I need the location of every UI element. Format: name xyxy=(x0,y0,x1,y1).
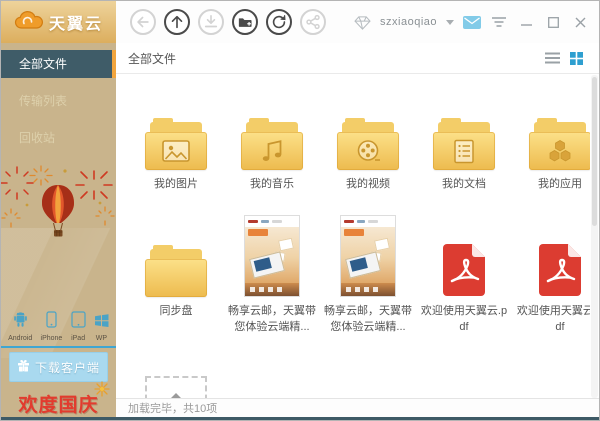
username[interactable]: szxiaoqiao xyxy=(380,16,437,28)
folder-tile[interactable]: 我的图片 xyxy=(128,90,224,193)
file-grid-container: 我的图片 我的音乐 我的视频 我的文档 我的应用同步盘 畅享云邮，天翼带您体验云端精...… xyxy=(116,74,590,399)
sidebar: 全部文件 传输列表 回收站 Android iPhone iPad WP 下载客… xyxy=(1,43,116,420)
grid-view-icon[interactable] xyxy=(570,51,583,65)
device-list: Android iPhone iPad WP xyxy=(1,311,116,342)
image-thumbnail xyxy=(244,214,300,297)
folder-tile[interactable]: 我的应用 xyxy=(512,90,590,193)
toolbar-share-button[interactable] xyxy=(300,9,326,35)
pdf-icon xyxy=(441,243,487,297)
folder-icon xyxy=(337,118,399,170)
toolbar-refresh-button[interactable] xyxy=(266,9,292,35)
image-file-tile[interactable]: 畅享云邮，天翼带您体验云端精... xyxy=(224,214,320,336)
image-file-tile[interactable]: 畅享云邮，天翼带您体验云端精... xyxy=(320,214,416,336)
toolbar-download-button[interactable] xyxy=(198,9,224,35)
pdf-file-tile[interactable]: 欢迎使用天翼云.pdf xyxy=(512,217,590,336)
user-dropdown-caret-icon[interactable] xyxy=(446,19,454,25)
device-ipad[interactable]: iPad xyxy=(70,311,86,342)
hot-air-balloon-illustration xyxy=(1,165,116,262)
device-divider xyxy=(1,346,116,348)
gift-icon xyxy=(17,359,30,375)
window-bottom-edge xyxy=(1,417,599,420)
item-label: 畅享云邮，天翼带您体验云端精... xyxy=(324,304,412,333)
item-label: 我的音乐 xyxy=(250,178,294,190)
download-client-label: 下载客户端 xyxy=(34,360,100,375)
device-android[interactable]: Android xyxy=(8,312,32,342)
iphone-icon xyxy=(45,311,58,333)
app-logo: 天翼云 xyxy=(1,1,116,43)
folder-tile[interactable]: 同步盘 xyxy=(128,217,224,336)
cloud-logo-icon xyxy=(14,10,44,35)
main-panel: 全部文件 我的图片 我的音乐 我的视频 我的文档 我的应用同步盘 畅享云邮，天翼带您体验云… xyxy=(116,43,599,420)
device-label: iPhone xyxy=(40,335,63,342)
mail-icon[interactable] xyxy=(463,13,481,31)
firework-star-icon xyxy=(94,381,110,403)
toolbar-new-folder-button[interactable] xyxy=(232,9,258,35)
app-window: 天翼云 szxiaoqiao 全部文件 传输列表 回收站 Android iPh… xyxy=(0,0,600,421)
header: 天翼云 szxiaoqiao xyxy=(1,1,599,44)
item-label: 同步盘 xyxy=(159,304,193,317)
header-right: szxiaoqiao xyxy=(353,13,599,31)
item-label: 我的文档 xyxy=(442,178,486,190)
ipad-icon xyxy=(70,311,86,333)
vip-diamond-icon[interactable] xyxy=(353,13,371,31)
sidebar-item-recycle-bin[interactable]: 回收站 xyxy=(1,124,116,152)
device-label: Android xyxy=(8,335,33,342)
download-client-button[interactable]: 下载客户端 xyxy=(9,352,108,382)
item-label: 畅享云邮，天翼带您体验云端精... xyxy=(228,304,316,333)
minimize-button[interactable] xyxy=(517,13,535,31)
national-day-banner[interactable]: 欢度国庆 xyxy=(1,381,116,417)
folder-icon xyxy=(145,244,207,297)
list-view-icon[interactable] xyxy=(545,52,560,64)
folder-icon xyxy=(529,118,590,170)
breadcrumb-bar: 全部文件 xyxy=(116,43,599,74)
device-wp[interactable]: WP xyxy=(94,313,109,342)
app-title: 天翼云 xyxy=(48,16,103,33)
sidebar-nav: 全部文件传输列表回收站 xyxy=(1,43,116,152)
pdf-file-tile[interactable]: 欢迎使用天翼云.pdf xyxy=(416,217,512,336)
folder-tile[interactable]: 我的文档 xyxy=(416,90,512,193)
toolbar-back-button[interactable] xyxy=(130,9,156,35)
file-grid: 我的图片 我的音乐 我的视频 我的文档 我的应用同步盘 畅享云邮，天翼带您体验云端精...… xyxy=(128,90,590,399)
item-label: 我的图片 xyxy=(154,178,198,190)
pdf-icon xyxy=(537,243,583,297)
sidebar-item-all-files[interactable]: 全部文件 xyxy=(1,50,116,78)
device-label: iPad xyxy=(71,335,86,342)
device-label: WP xyxy=(95,335,107,342)
toolbar-up-button[interactable] xyxy=(164,9,190,35)
toolbar xyxy=(116,9,326,35)
breadcrumb: 全部文件 xyxy=(128,51,177,66)
maximize-button[interactable] xyxy=(544,13,562,31)
item-label: 我的视频 xyxy=(346,178,390,190)
item-label: 欢迎使用天翼云.pdf xyxy=(420,304,508,333)
item-label: 我的应用 xyxy=(538,178,582,190)
view-toggles xyxy=(545,51,587,65)
vertical-scrollbar[interactable] xyxy=(591,75,598,398)
wp-icon xyxy=(94,313,109,333)
upload-icon xyxy=(145,375,207,399)
upload-tile[interactable]: 上传文件 xyxy=(128,360,224,399)
android-icon xyxy=(13,312,28,333)
folder-tile[interactable]: 我的视频 xyxy=(320,90,416,193)
close-button[interactable] xyxy=(571,13,589,31)
folder-tile[interactable]: 我的音乐 xyxy=(224,90,320,193)
folder-icon xyxy=(241,118,303,170)
image-thumbnail xyxy=(340,214,396,297)
main-menu-icon[interactable] xyxy=(490,13,508,31)
banner-text: 欢度国庆 xyxy=(18,395,99,416)
sidebar-item-transfer-list[interactable]: 传输列表 xyxy=(1,87,116,115)
status-text: 加载完毕，共10项 xyxy=(128,403,218,415)
folder-icon xyxy=(433,118,495,170)
device-iphone[interactable]: iPhone xyxy=(40,311,63,342)
folder-icon xyxy=(145,118,207,170)
item-label: 欢迎使用天翼云.pdf xyxy=(516,304,590,333)
scrollbar-thumb[interactable] xyxy=(592,77,597,226)
